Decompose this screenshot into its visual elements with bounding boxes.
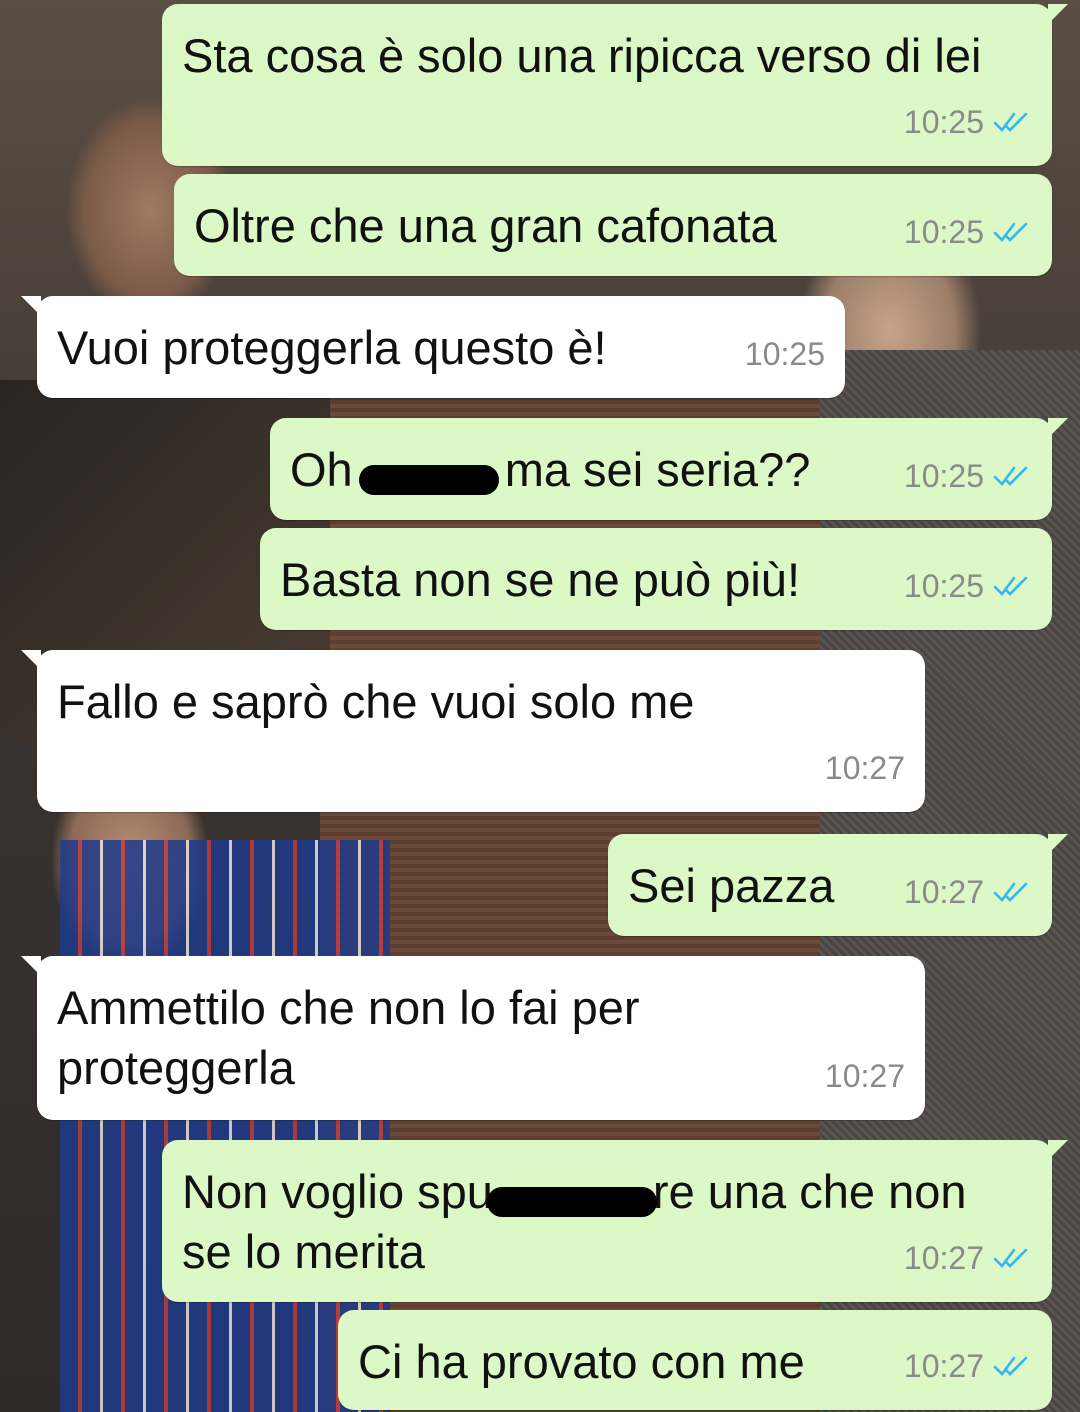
double-check-icon [993, 1248, 1028, 1268]
message-bubble-incoming[interactable]: Ammettilo che non lo fai per proteggerla… [21, 956, 925, 1120]
double-check-icon [993, 882, 1028, 902]
message-text: Ammettilo che non lo fai per proteggerla [57, 981, 640, 1094]
redaction-mark [358, 464, 499, 495]
message-meta: 10:25 [745, 324, 825, 384]
message-time: 10:27 [903, 1240, 984, 1276]
message-text: Fallo e saprò che vuoi solo me [57, 675, 695, 728]
message-meta: 10:27 [904, 1228, 1032, 1288]
message-meta: 10:25 [904, 92, 1032, 152]
message-meta: 10:25 [904, 446, 1032, 506]
message-time: 10:27 [824, 1058, 905, 1094]
double-check-icon [993, 576, 1028, 596]
message-meta: 10:27 [904, 1336, 1032, 1396]
message-time: 10:25 [903, 104, 984, 140]
message-text: Vuoi proteggerla questo è! [57, 321, 607, 374]
message-bubble-outgoing[interactable]: Sei pazza 10:27 [608, 834, 1068, 936]
message-time: 10:25 [903, 568, 984, 604]
message-time: 10:27 [903, 874, 984, 910]
message-text: Sta cosa è solo una ripicca verso di lei [182, 29, 982, 82]
message-time: 10:27 [903, 1348, 984, 1384]
message-time: 10:25 [903, 458, 984, 494]
message-bubble-incoming[interactable]: Vuoi proteggerla questo è! 10:25 [21, 296, 845, 398]
message-meta: 10:27 [825, 1046, 905, 1106]
message-meta: 10:25 [904, 202, 1032, 262]
message-text-part: Oh [290, 443, 353, 496]
message-bubble-outgoing[interactable]: Sta cosa è solo una ripicca verso di lei… [162, 4, 1068, 166]
message-bubble-outgoing[interactable]: Oh ma sei seria?? 10:25 [270, 418, 1068, 520]
message-time: 10:25 [903, 214, 984, 250]
redaction-mark [486, 1186, 657, 1217]
message-bubble-outgoing[interactable]: Oltre che una gran cafonata 10:25 [174, 174, 1052, 276]
double-check-icon [993, 112, 1028, 132]
double-check-icon [993, 1356, 1028, 1376]
message-bubble-incoming[interactable]: Fallo e saprò che vuoi solo me 10:27 [21, 650, 925, 812]
message-meta: 10:25 [904, 556, 1032, 616]
message-text: Non voglio spu re una che non se lo merit… [182, 1162, 1012, 1282]
double-check-icon [993, 466, 1028, 486]
message-text-part: Non voglio spu [182, 1165, 493, 1218]
double-check-icon [993, 222, 1028, 242]
message-bubble-outgoing[interactable]: Basta non se ne può più! 10:25 [260, 528, 1052, 630]
message-meta: 10:27 [904, 862, 1032, 922]
message-time: 10:27 [824, 750, 905, 786]
message-time: 10:25 [744, 336, 825, 372]
message-meta: 10:27 [825, 738, 905, 798]
message-text-part: ma sei seria?? [504, 443, 811, 496]
message-bubble-outgoing[interactable]: Non voglio spu re una che non se lo merit… [162, 1140, 1068, 1302]
message-bubble-outgoing[interactable]: Ci ha provato con me 10:27 [338, 1310, 1052, 1410]
